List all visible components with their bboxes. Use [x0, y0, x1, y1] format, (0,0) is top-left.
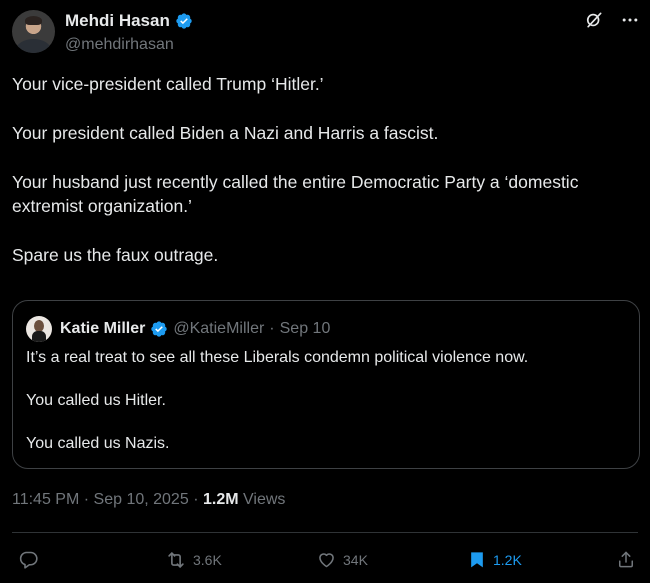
like-button[interactable]: 34K	[316, 549, 368, 570]
quoted-paragraph: It’s a real treat to see all these Liber…	[26, 349, 529, 366]
heart-icon	[316, 549, 337, 570]
quoted-paragraph: You called us Hitler.	[26, 392, 166, 409]
separator-dot: ·	[193, 491, 203, 508]
tweet-paragraph: Spare us the faux outrage.	[12, 245, 219, 265]
avatar-shoulders	[16, 39, 51, 53]
repost-icon	[165, 549, 187, 571]
author-name-row: Mehdi Hasan	[65, 11, 193, 31]
views-count: 1.2M	[202, 491, 239, 508]
tweet: Mehdi Hasan @mehdirhasan Your vice-presi…	[0, 0, 650, 583]
quoted-author-avatar[interactable]	[26, 316, 52, 342]
share-icon	[616, 549, 636, 570]
bookmark-icon	[467, 549, 487, 570]
tweet-paragraph: Your husband just recently called the en…	[12, 172, 579, 216]
share-button[interactable]	[616, 549, 636, 570]
quoted-tweet-date[interactable]: Sep 10	[280, 320, 331, 338]
verified-badge-icon	[150, 320, 168, 338]
tweet-text: Your vice-president called Trump ‘Hitler…	[12, 72, 632, 292]
reply-icon	[18, 549, 39, 570]
bookmark-button[interactable]: 1.2K	[467, 549, 522, 570]
tweet-date[interactable]: Sep 10, 2025	[94, 491, 189, 508]
separator-dot: ·	[269, 320, 275, 337]
tweet-time[interactable]: 11:45 PM	[12, 491, 79, 508]
author-handle[interactable]: @mehdirhasan	[65, 36, 174, 54]
like-count: 34K	[343, 551, 368, 568]
top-actions	[584, 10, 640, 30]
bookmark-count: 1.2K	[493, 551, 522, 568]
separator-dot: ·	[83, 491, 94, 508]
divider	[12, 532, 638, 533]
quoted-author-handle[interactable]: @KatieMiller	[173, 320, 264, 338]
reply-button[interactable]	[18, 549, 39, 570]
repost-button[interactable]: 3.6K	[165, 549, 222, 571]
avatar-hair	[25, 16, 42, 25]
repost-count: 3.6K	[193, 552, 222, 568]
quoted-tweet-text: It’s a real treat to see all these Liber…	[26, 347, 626, 476]
tweet-meta: 11:45 PM · Sep 10, 2025 · 1.2M Views	[12, 491, 285, 509]
views-label: Views	[243, 491, 286, 508]
more-icon[interactable]	[620, 10, 640, 30]
tweet-paragraph: Your president called Biden a Nazi and H…	[12, 123, 439, 143]
author-avatar[interactable]	[12, 10, 55, 53]
quoted-tweet[interactable]: Katie Miller @KatieMiller · Sep 10 It’s …	[12, 300, 640, 469]
quoted-paragraph: You called us Nazis.	[26, 435, 170, 452]
tweet-paragraph: Your vice-president called Trump ‘Hitler…	[12, 74, 324, 94]
grok-icon[interactable]	[584, 10, 604, 30]
author-display-name[interactable]: Mehdi Hasan	[65, 11, 170, 31]
quoted-tweet-header: Katie Miller @KatieMiller · Sep 10	[26, 316, 330, 342]
quoted-author-name[interactable]: Katie Miller	[60, 320, 145, 338]
verified-badge-icon	[175, 12, 193, 30]
